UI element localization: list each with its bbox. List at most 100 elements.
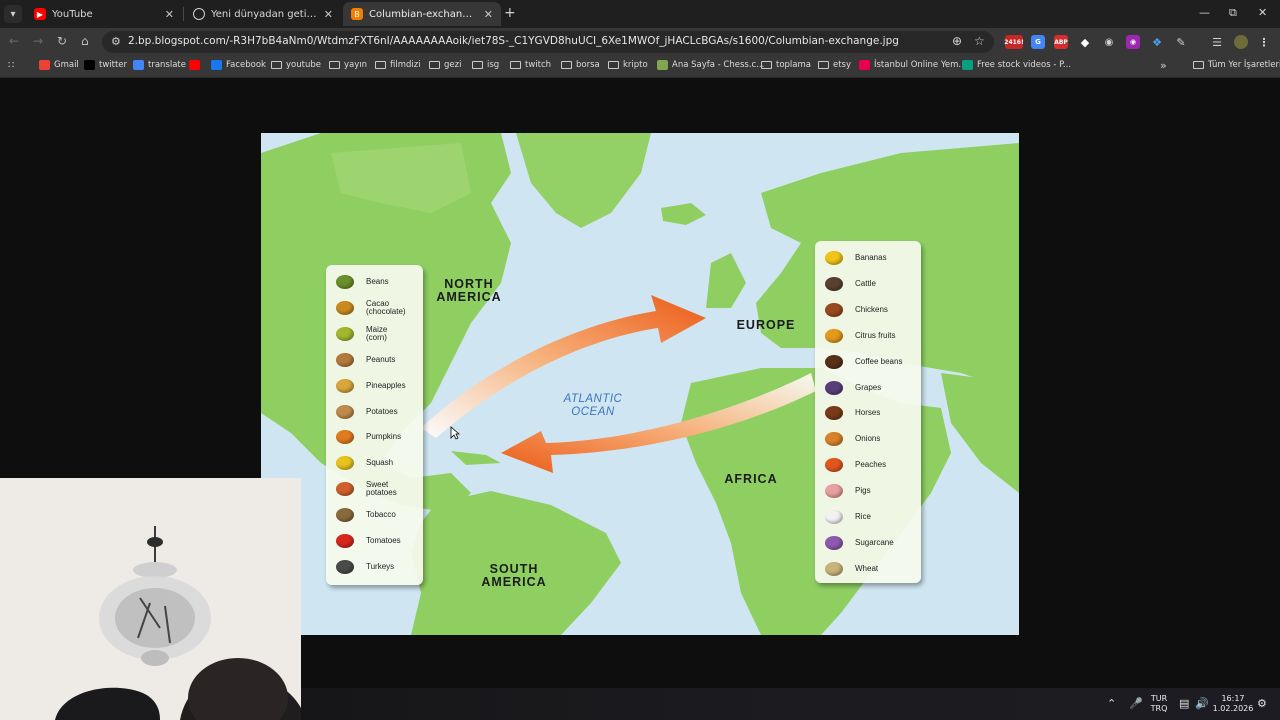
gmail-icon	[39, 60, 50, 70]
tab-columbian-exchange[interactable]: B Columbian-exchange.jpg (650× ✕	[343, 2, 501, 26]
food-illustration-icon	[332, 298, 358, 318]
microphone-icon[interactable]: 🎤	[1129, 697, 1143, 710]
close-icon[interactable]: ✕	[484, 8, 493, 21]
forward-icon[interactable]: →	[33, 34, 43, 48]
bookmark-etsy[interactable]: etsy	[818, 60, 851, 70]
folder-icon	[510, 61, 521, 69]
bookmark-youtube[interactable]: youtube	[271, 60, 321, 70]
bookmark-gmail[interactable]: Gmail	[39, 60, 79, 70]
bookmark-twitter[interactable]: twitter	[84, 60, 127, 70]
new-world-panel: Beans Cacao (chocolate) Maize (corn) Peanut…	[326, 265, 423, 585]
windows-taskbar: ⌃ 🎤 TUR TRQ ▤ 🔊 16:17 1.02.2026 ⚙	[301, 688, 1280, 720]
food-item: Tobacco	[332, 503, 422, 527]
reload-icon[interactable]: ↻	[57, 34, 67, 48]
url-text[interactable]: 2.bp.blogspot.com/-R3H7bB4aNm0/WtdmzFXT6…	[128, 35, 899, 47]
bookmark-toplama[interactable]: toplama	[761, 60, 811, 70]
home-icon[interactable]: ⌂	[81, 34, 89, 48]
bookmark-isg[interactable]: isg	[472, 60, 499, 70]
notifications-icon[interactable]: ⚙	[1257, 697, 1267, 710]
x-icon	[84, 60, 95, 70]
translate-extension-icon[interactable]: G	[1031, 35, 1045, 49]
bookmark-borsa[interactable]: borsa	[561, 60, 600, 70]
profile-avatar[interactable]	[1234, 35, 1248, 49]
food-illustration-icon	[332, 531, 358, 551]
new-tab-button[interactable]: +	[504, 5, 516, 21]
eye-extension-icon[interactable]: ◉	[1102, 35, 1116, 49]
food-item: Coffee beans	[821, 350, 911, 374]
tab-youtube[interactable]: ▶ YouTube ✕	[26, 2, 182, 26]
food-item: Squash	[332, 451, 422, 475]
bookmark-facebook[interactable]: Facebook	[211, 60, 266, 70]
bookmark-twitch[interactable]: twitch	[510, 60, 551, 70]
restore-icon[interactable]: ⧉	[1229, 6, 1237, 20]
back-icon[interactable]: ←	[9, 34, 19, 48]
food-item: Horses	[821, 401, 911, 425]
bookmark-youtube-shortcut[interactable]	[189, 60, 204, 70]
food-illustration-icon	[821, 378, 847, 398]
bookmark-kripto[interactable]: kripto	[608, 60, 648, 70]
bookmark-filmdizi[interactable]: filmdizi	[375, 60, 421, 70]
food-item: Grapes	[821, 376, 911, 400]
food-item: Peaches	[821, 453, 911, 477]
tab-separator	[183, 7, 184, 21]
apps-grid-icon[interactable]: ∷	[8, 60, 14, 71]
label-africa: AFRICA	[724, 472, 778, 486]
folder-icon	[608, 61, 619, 69]
tab-strip: ▾ ▶ YouTube ✕ Yeni dünyadan getirilenler…	[0, 0, 1280, 28]
site-info-icon[interactable]: ⚙	[111, 35, 121, 48]
food-item: Beans	[332, 270, 422, 294]
badge-extension-icon[interactable]: 2416!	[1004, 35, 1024, 49]
purple-extension-icon[interactable]: ◉	[1126, 35, 1140, 49]
menu-kebab-icon[interactable]: ⋮	[1257, 35, 1271, 49]
tab-yeni-dunyadan[interactable]: Yeni dünyadan getirilenler ✕	[185, 2, 341, 26]
food-illustration-icon	[821, 429, 847, 449]
bookmark-yayın[interactable]: yayın	[329, 60, 367, 70]
bookmark-star-icon[interactable]: ☆	[974, 34, 985, 48]
food-illustration-icon	[821, 507, 847, 527]
extensions-puzzle-icon[interactable]: ✎	[1174, 35, 1188, 49]
close-icon[interactable]: ✕	[165, 8, 174, 21]
show-hidden-icons-icon[interactable]: ⌃	[1107, 697, 1116, 710]
food-item: Pigs	[821, 479, 911, 503]
food-item: Rice	[821, 505, 911, 529]
folder-icon	[329, 61, 340, 69]
food-item: Turkeys	[332, 555, 422, 579]
volume-icon[interactable]: 🔊	[1195, 697, 1209, 710]
bookmark-i-stanbul-online-yem[interactable]: İstanbul Online Yem...	[859, 60, 967, 70]
bookmark-translate[interactable]: translate	[133, 60, 186, 70]
folder-icon	[561, 61, 572, 69]
mouse-cursor-icon	[450, 426, 460, 440]
food-item: Cacao (chocolate)	[332, 296, 422, 320]
food-item: Pineapples	[332, 374, 422, 398]
diamond-extension-icon[interactable]: ◆	[1078, 35, 1092, 49]
adblock-icon[interactable]: ABP	[1054, 35, 1068, 49]
minimize-icon[interactable]: —	[1199, 6, 1210, 19]
all-bookmarks-folder[interactable]: Tüm Yer İşaretleri	[1193, 60, 1280, 70]
folder-icon	[271, 61, 282, 69]
columbian-exchange-map: NORTH AMERICA EUROPE AFRICA SOUTH AMERIC…	[261, 133, 1019, 635]
food-item: Sweet potatoes	[332, 477, 422, 501]
address-bar[interactable]: ⚙ 2.bp.blogspot.com/-R3H7bB4aNm0/WtdmzFX…	[102, 31, 994, 53]
tab-search-button[interactable]: ▾	[4, 5, 22, 23]
bookmark-ana-sayfa-chess-c[interactable]: Ana Sayfa - Chess.c...	[657, 60, 764, 70]
copilot-icon[interactable]: ❖	[1150, 35, 1164, 49]
input-language[interactable]: TUR TRQ	[1148, 694, 1170, 714]
food-item: Wheat	[821, 557, 911, 581]
network-icon[interactable]: ▤	[1179, 697, 1189, 710]
youtube-icon	[189, 60, 200, 70]
media-control-icon[interactable]: ☰	[1210, 35, 1224, 49]
window-close-icon[interactable]: ✕	[1258, 6, 1267, 19]
bookmarks-bar: ∷ Gmail twitter translate Facebook youtube ya…	[0, 56, 1280, 78]
bookmark-gezi[interactable]: gezi	[429, 60, 461, 70]
more-bookmarks-icon[interactable]: »	[1160, 59, 1167, 72]
chatgpt-icon	[193, 8, 205, 20]
bookmark-free-stock-videos-p[interactable]: Free stock videos - P...	[962, 60, 1071, 70]
food-illustration-icon	[332, 376, 358, 396]
label-north-america: NORTH AMERICA	[436, 277, 502, 304]
zoom-icon[interactable]: ⊕	[952, 34, 962, 48]
yemeksepeti-icon	[859, 60, 870, 70]
food-item: Potatoes	[332, 400, 422, 424]
close-icon[interactable]: ✕	[324, 8, 333, 21]
clock[interactable]: 16:17 1.02.2026	[1211, 694, 1255, 714]
food-item: Bananas	[821, 246, 911, 270]
